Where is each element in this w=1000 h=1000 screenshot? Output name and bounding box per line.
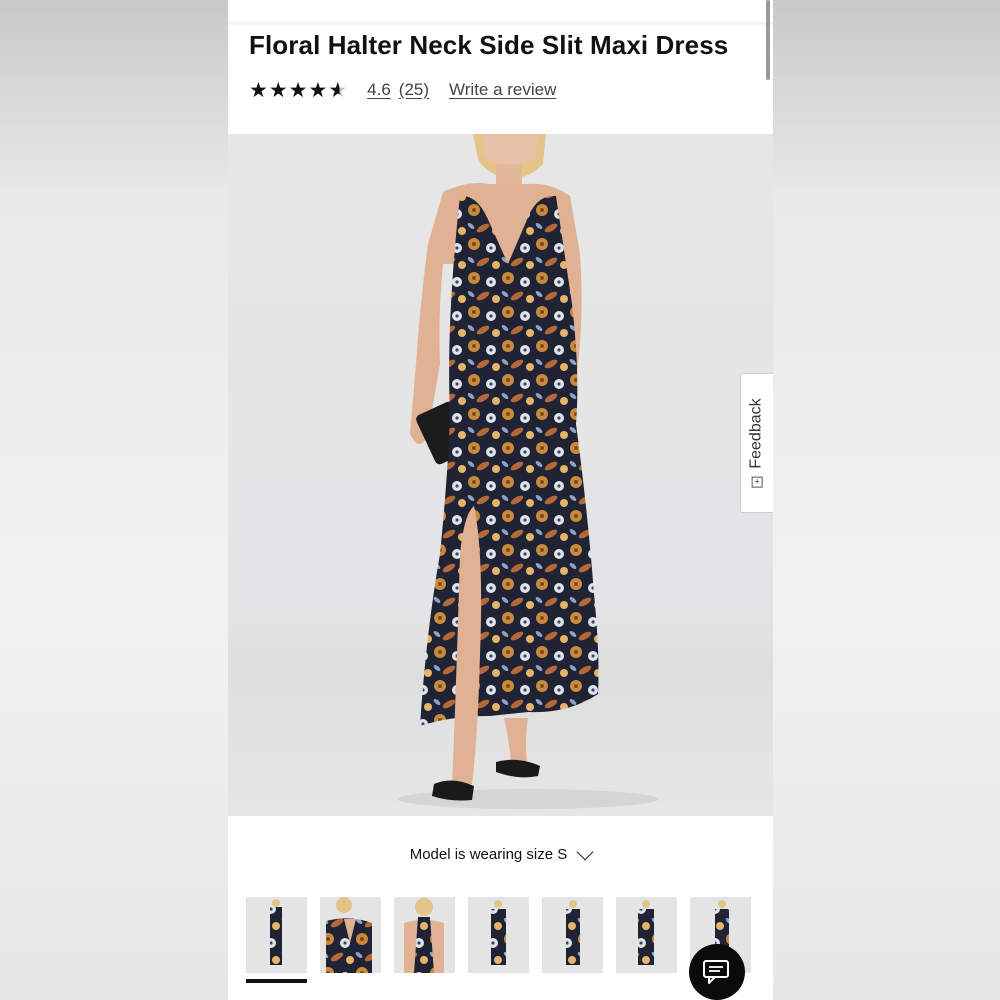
thumbnail-6[interactable]: [616, 897, 677, 973]
star-icon: ★: [308, 78, 328, 102]
model-size-label: Model is wearing size S: [409, 846, 568, 863]
model-size-toggle[interactable]: Model is wearing size S: [228, 843, 773, 863]
rating-stars[interactable]: ★ ★ ★ ★ ★: [249, 80, 347, 101]
product-page: Floral Halter Neck Side Slit Maxi Dress …: [228, 0, 773, 1000]
chat-button[interactable]: [689, 944, 745, 1000]
feedback-icon: +: [751, 476, 763, 488]
thumbnail-4[interactable]: [468, 897, 529, 973]
product-title: Floral Halter Neck Side Slit Maxi Dress: [249, 30, 729, 60]
model-illustration: [398, 134, 658, 809]
selected-thumbnail-indicator: [246, 979, 307, 983]
chat-bubble-icon: [703, 960, 729, 984]
chevron-down-icon: [576, 843, 594, 860]
background-left-blur: [0, 0, 228, 1000]
thumbnail-1[interactable]: [246, 897, 307, 973]
feedback-tab[interactable]: + Feedback: [740, 373, 773, 513]
background-right-blur: [773, 0, 1000, 1000]
product-main-image[interactable]: [228, 134, 773, 816]
star-icon: ★: [268, 78, 288, 102]
thumbnail-5[interactable]: [542, 897, 603, 973]
thumbnail-2[interactable]: [320, 897, 381, 973]
scrollbar[interactable]: [766, 0, 770, 80]
feedback-label: Feedback: [748, 398, 766, 469]
write-review-link[interactable]: Write a review: [449, 80, 556, 100]
star-icon: ★: [288, 78, 308, 102]
star-icon: ★: [249, 78, 268, 102]
half-star-icon: ★: [328, 78, 348, 102]
thumbnail-strip: [246, 897, 751, 973]
rating-count[interactable]: (25): [399, 80, 429, 100]
rating-value[interactable]: 4.6: [367, 80, 391, 100]
top-bar: [228, 0, 773, 22]
rating-row: ★ ★ ★ ★ ★ 4.6 (25) Write a review: [249, 78, 556, 102]
thumbnail-3[interactable]: [394, 897, 455, 973]
